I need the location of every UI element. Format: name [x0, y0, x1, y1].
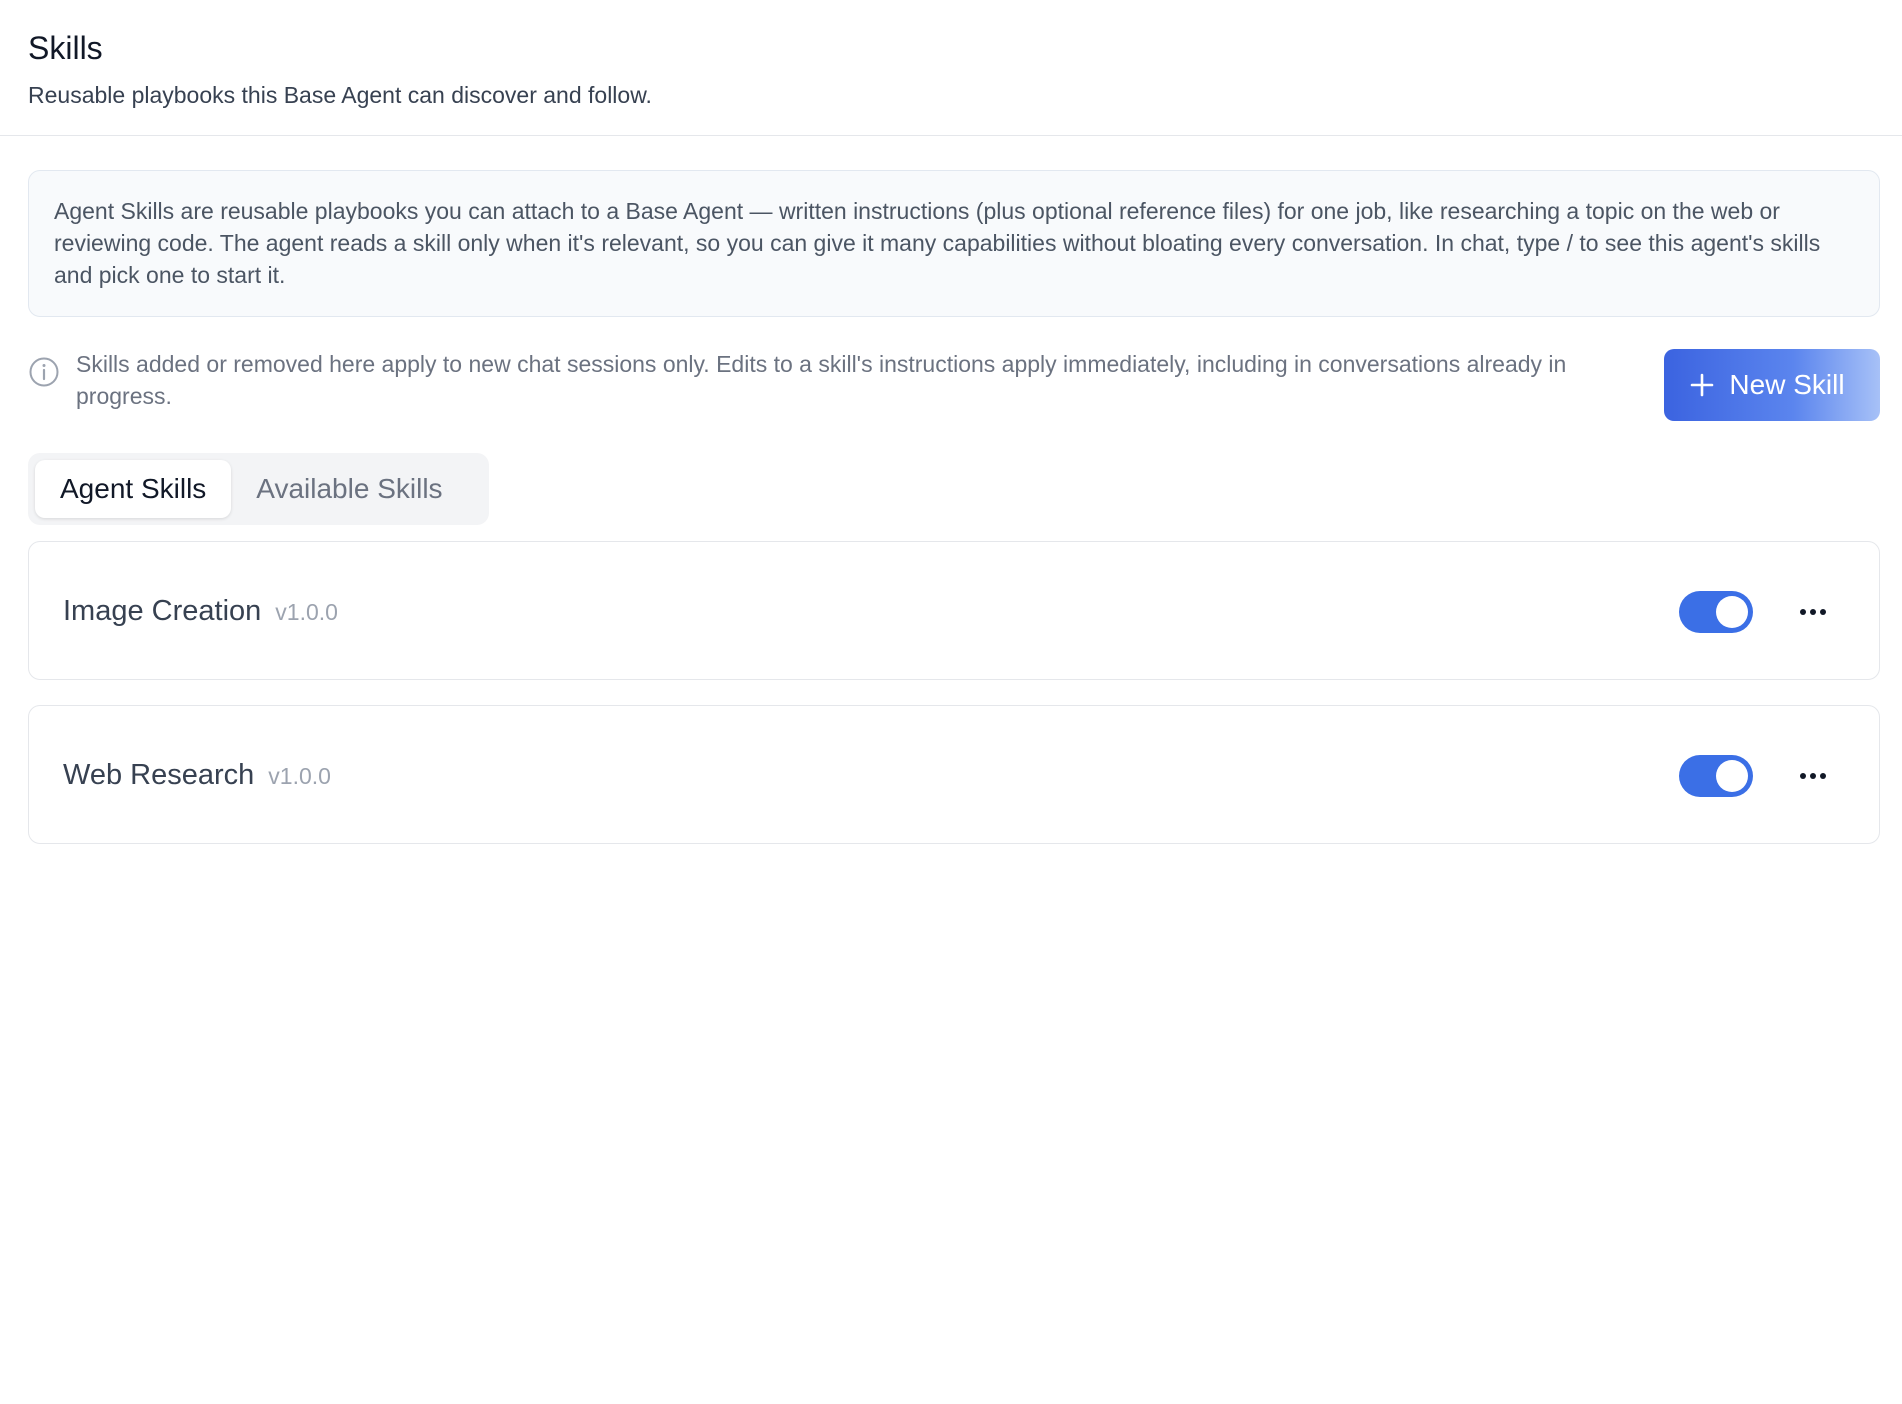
skill-version: v1.0.0: [268, 763, 331, 789]
new-skill-button[interactable]: New Skill: [1664, 349, 1880, 421]
skill-more-button[interactable]: [1789, 592, 1837, 632]
skill-name: Web Research: [63, 759, 255, 791]
skill-enabled-toggle[interactable]: [1679, 591, 1753, 633]
session-notice-text: Skills added or removed here apply to ne…: [76, 351, 1567, 409]
new-skill-label: New Skill: [1729, 369, 1845, 400]
info-icon: [29, 357, 59, 387]
tab-available-skills[interactable]: Available Skills: [231, 460, 467, 518]
skill-title: Image Creation v1.0.0: [63, 592, 338, 631]
skill-name: Image Creation: [63, 595, 262, 627]
toggle-knob: [1716, 596, 1748, 628]
skill-more-button[interactable]: [1789, 756, 1837, 796]
skill-card-web-research: Web Research v1.0.0: [28, 705, 1880, 844]
page-title: Skills: [28, 30, 103, 66]
toggle-knob: [1716, 760, 1748, 792]
more-horizontal-icon: [1800, 773, 1826, 779]
page-header: Skills Reusable playbooks this Base Agen…: [0, 0, 1902, 136]
skills-intro-text: Agent Skills are reusable playbooks you …: [54, 198, 1821, 288]
skill-card-image-creation: Image Creation v1.0.0: [28, 541, 1880, 680]
page-subtitle: Reusable playbooks this Base Agent can d…: [28, 82, 652, 108]
skills-tabs: Agent Skills Available Skills: [28, 453, 489, 525]
session-notice: Skills added or removed here apply to ne…: [28, 348, 1628, 418]
tab-agent-skills[interactable]: Agent Skills: [35, 460, 232, 518]
more-horizontal-icon: [1800, 609, 1826, 615]
skill-version: v1.0.0: [275, 599, 338, 625]
skill-enabled-toggle[interactable]: [1679, 755, 1753, 797]
skill-title: Web Research v1.0.0: [63, 756, 331, 795]
skills-intro-panel: Agent Skills are reusable playbooks you …: [28, 170, 1880, 317]
plus-icon: [1691, 373, 1714, 397]
